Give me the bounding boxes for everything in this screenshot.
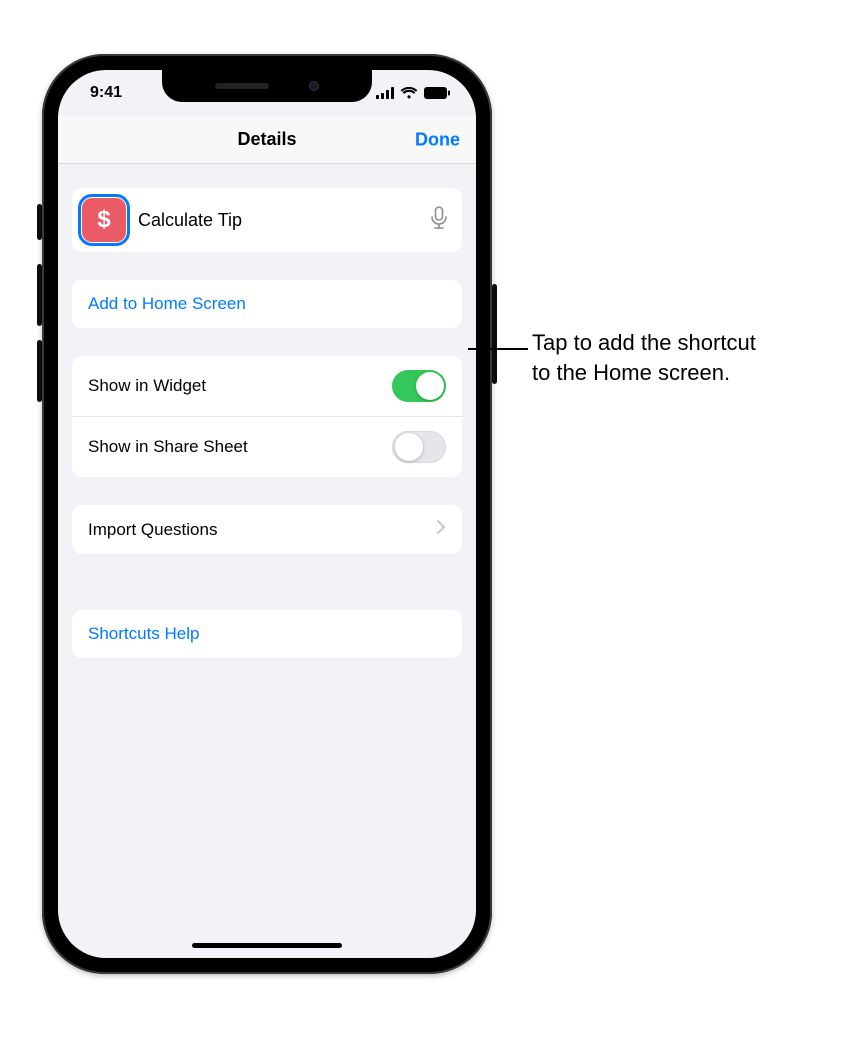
chevron-right-icon <box>436 519 446 540</box>
shortcuts-help-row[interactable]: Shortcuts Help <box>72 610 462 658</box>
speaker-grille <box>215 83 269 89</box>
nav-title: Details <box>237 129 296 150</box>
callout-text: Tap to add the shortcut to the Home scre… <box>532 328 756 387</box>
shortcut-name-card: $ Calculate Tip <box>72 188 462 252</box>
callout-line-2: to the Home screen. <box>532 358 756 388</box>
dollar-icon: $ <box>97 206 110 234</box>
show-in-share-sheet-toggle[interactable] <box>392 431 446 463</box>
add-to-home-screen-row[interactable]: Add to Home Screen <box>72 280 462 328</box>
shortcuts-help-label: Shortcuts Help <box>88 624 200 644</box>
nav-bar: Details Done <box>58 116 476 164</box>
import-questions-label: Import Questions <box>88 520 217 540</box>
show-in-widget-row: Show in Widget <box>72 356 462 416</box>
notch <box>162 70 372 102</box>
cellular-icon <box>376 87 394 99</box>
show-in-share-sheet-label: Show in Share Sheet <box>88 437 248 457</box>
status-time: 9:41 <box>90 84 122 102</box>
screen: 9:41 Details Done <box>58 70 476 958</box>
phone-frame: 9:41 Details Done <box>42 54 492 974</box>
volume-down-button <box>37 340 42 402</box>
microphone-icon[interactable] <box>430 206 448 235</box>
import-questions-row[interactable]: Import Questions <box>72 505 462 554</box>
home-indicator[interactable] <box>192 943 342 948</box>
shortcut-app-icon[interactable]: $ <box>82 198 126 242</box>
power-button <box>492 284 497 384</box>
callout-line-1: Tap to add the shortcut <box>532 328 756 358</box>
callout-leader-line <box>468 348 528 350</box>
show-in-widget-toggle[interactable] <box>392 370 446 402</box>
volume-up-button <box>37 264 42 326</box>
show-in-widget-label: Show in Widget <box>88 376 206 396</box>
show-in-share-sheet-row: Show in Share Sheet <box>72 416 462 477</box>
add-to-home-screen-label: Add to Home Screen <box>88 294 246 314</box>
wifi-icon <box>400 87 418 99</box>
done-button[interactable]: Done <box>415 129 460 150</box>
shortcut-name-field[interactable]: Calculate Tip <box>138 210 418 231</box>
battery-icon <box>424 87 450 99</box>
front-camera <box>309 81 319 91</box>
mute-switch <box>37 204 42 240</box>
